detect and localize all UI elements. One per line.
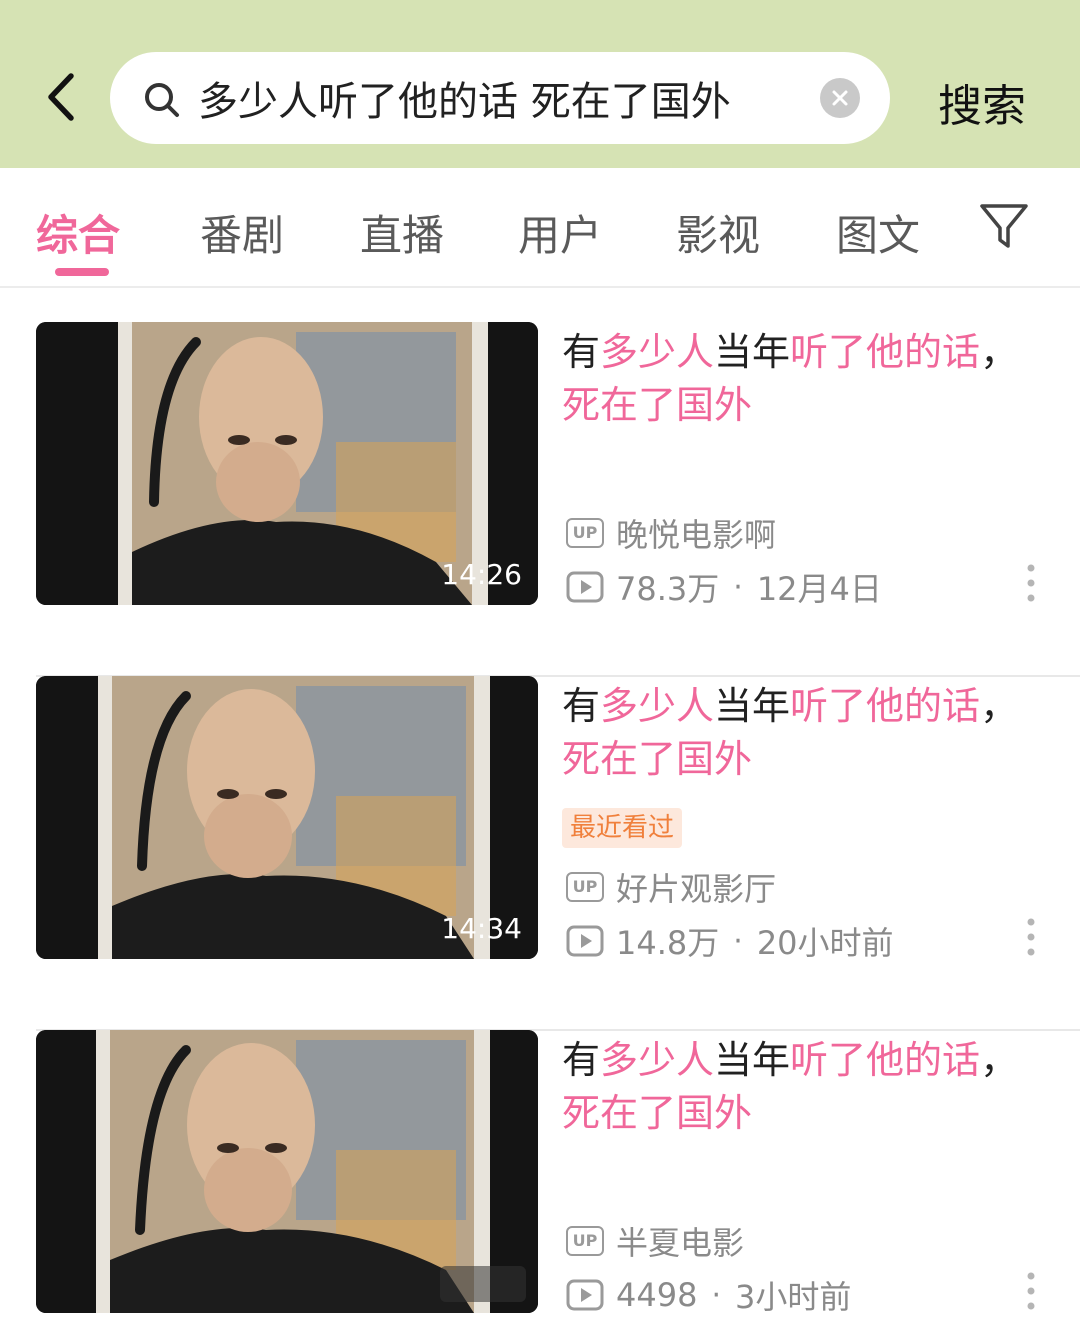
uploader-link[interactable]: UP 好片观影厅 xyxy=(566,864,776,910)
video-thumbnail[interactable] xyxy=(36,1030,538,1313)
uploader-name: 晚悦电影啊 xyxy=(616,516,777,554)
search-box[interactable] xyxy=(110,52,890,144)
separator-dot: · xyxy=(733,923,743,959)
view-count: 14.8万 xyxy=(616,924,720,962)
title-highlight: 死在了国外 xyxy=(562,737,753,781)
more-options-icon[interactable] xyxy=(1016,1266,1046,1316)
up-badge-icon: UP xyxy=(566,872,604,902)
title-text: 当年 xyxy=(714,684,791,728)
category-tabs: 综合 番剧 直播 用户 影视 图文 xyxy=(0,170,1080,288)
close-icon xyxy=(832,90,848,106)
separator-dot: · xyxy=(733,569,743,605)
search-icon xyxy=(145,83,179,117)
title-text: 有 xyxy=(562,1038,601,1082)
video-thumbnail[interactable]: 14:34 xyxy=(36,676,538,959)
title-highlight: 多少人 xyxy=(600,1038,715,1082)
top-bar: 搜索 xyxy=(0,0,1080,168)
view-count: 78.3万 xyxy=(616,570,720,608)
play-count-icon xyxy=(566,571,604,603)
list-item[interactable]: 有多少人当年听了他的话， 死在了国外 UP 半夏电影 4498 · 3小时前 xyxy=(0,1030,1080,1334)
video-title[interactable]: 有多少人当年听了他的话， 死在了国外 xyxy=(562,680,1042,786)
title-text: ， xyxy=(980,330,1019,374)
video-title[interactable]: 有多少人当年听了他的话， 死在了国外 xyxy=(562,1034,1042,1140)
uploader-link[interactable]: UP 半夏电影 xyxy=(566,1218,744,1264)
video-duration: 14:34 xyxy=(441,912,522,945)
list-item[interactable]: 14:34 有多少人当年听了他的话， 死在了国外 最近看过 UP 好片观影厅 14… xyxy=(0,676,1080,1031)
title-highlight: 多少人 xyxy=(600,330,715,374)
title-highlight: 听了他的话 xyxy=(790,1038,981,1082)
list-item[interactable]: 14:26 有多少人当年听了他的话， 死在了国外 UP 晚悦电影啊 78.3万 ·… xyxy=(0,322,1080,677)
video-title[interactable]: 有多少人当年听了他的话， 死在了国外 xyxy=(562,326,1042,432)
video-stats: 78.3万 · 12月4日 xyxy=(566,564,882,610)
tab-users[interactable]: 用户 xyxy=(518,202,602,263)
publish-date: 20小时前 xyxy=(756,924,894,962)
video-stats: 14.8万 · 20小时前 xyxy=(566,918,894,964)
play-count-icon xyxy=(566,1279,604,1311)
video-thumbnail[interactable]: 14:26 xyxy=(36,322,538,605)
filter-icon[interactable] xyxy=(978,200,1030,252)
video-stats: 4498 · 3小时前 xyxy=(566,1272,851,1318)
title-text: ， xyxy=(980,684,1019,728)
play-count-icon xyxy=(566,925,604,957)
tab-anime[interactable]: 番剧 xyxy=(200,202,284,263)
search-button[interactable]: 搜索 xyxy=(938,70,1026,134)
title-highlight: 死在了国外 xyxy=(562,1091,753,1135)
tab-articles[interactable]: 图文 xyxy=(836,202,920,263)
title-text: 有 xyxy=(562,684,601,728)
title-highlight: 听了他的话 xyxy=(790,684,981,728)
title-highlight: 听了他的话 xyxy=(790,330,981,374)
title-highlight: 死在了国外 xyxy=(562,383,753,427)
title-text: 有 xyxy=(562,330,601,374)
clear-search-button[interactable] xyxy=(820,78,860,118)
view-count: 4498 xyxy=(616,1276,698,1314)
title-text: 当年 xyxy=(714,1038,791,1082)
tab-live[interactable]: 直播 xyxy=(360,202,444,263)
uploader-name: 半夏电影 xyxy=(616,1224,745,1262)
uploader-name: 好片观影厅 xyxy=(616,870,777,908)
search-input[interactable] xyxy=(198,62,808,134)
recently-watched-badge: 最近看过 xyxy=(562,808,683,848)
more-options-icon[interactable] xyxy=(1016,558,1046,608)
chevron-left-icon xyxy=(48,73,74,121)
title-highlight: 多少人 xyxy=(600,684,715,728)
publish-date: 12月4日 xyxy=(756,570,882,608)
title-text: 当年 xyxy=(714,330,791,374)
uploader-link[interactable]: UP 晚悦电影啊 xyxy=(566,510,776,556)
tab-film-tv[interactable]: 影视 xyxy=(676,202,760,263)
tab-comprehensive[interactable]: 综合 xyxy=(36,202,120,263)
thumbnail-image xyxy=(36,1030,538,1313)
up-badge-icon: UP xyxy=(566,1226,604,1256)
more-options-icon[interactable] xyxy=(1016,912,1046,962)
up-badge-icon: UP xyxy=(566,518,604,548)
title-text: ， xyxy=(980,1038,1019,1082)
video-duration: 14:26 xyxy=(441,558,522,591)
active-tab-indicator xyxy=(55,268,109,276)
publish-date: 3小时前 xyxy=(734,1278,852,1316)
separator-dot: · xyxy=(711,1277,721,1313)
back-button[interactable] xyxy=(30,62,90,132)
